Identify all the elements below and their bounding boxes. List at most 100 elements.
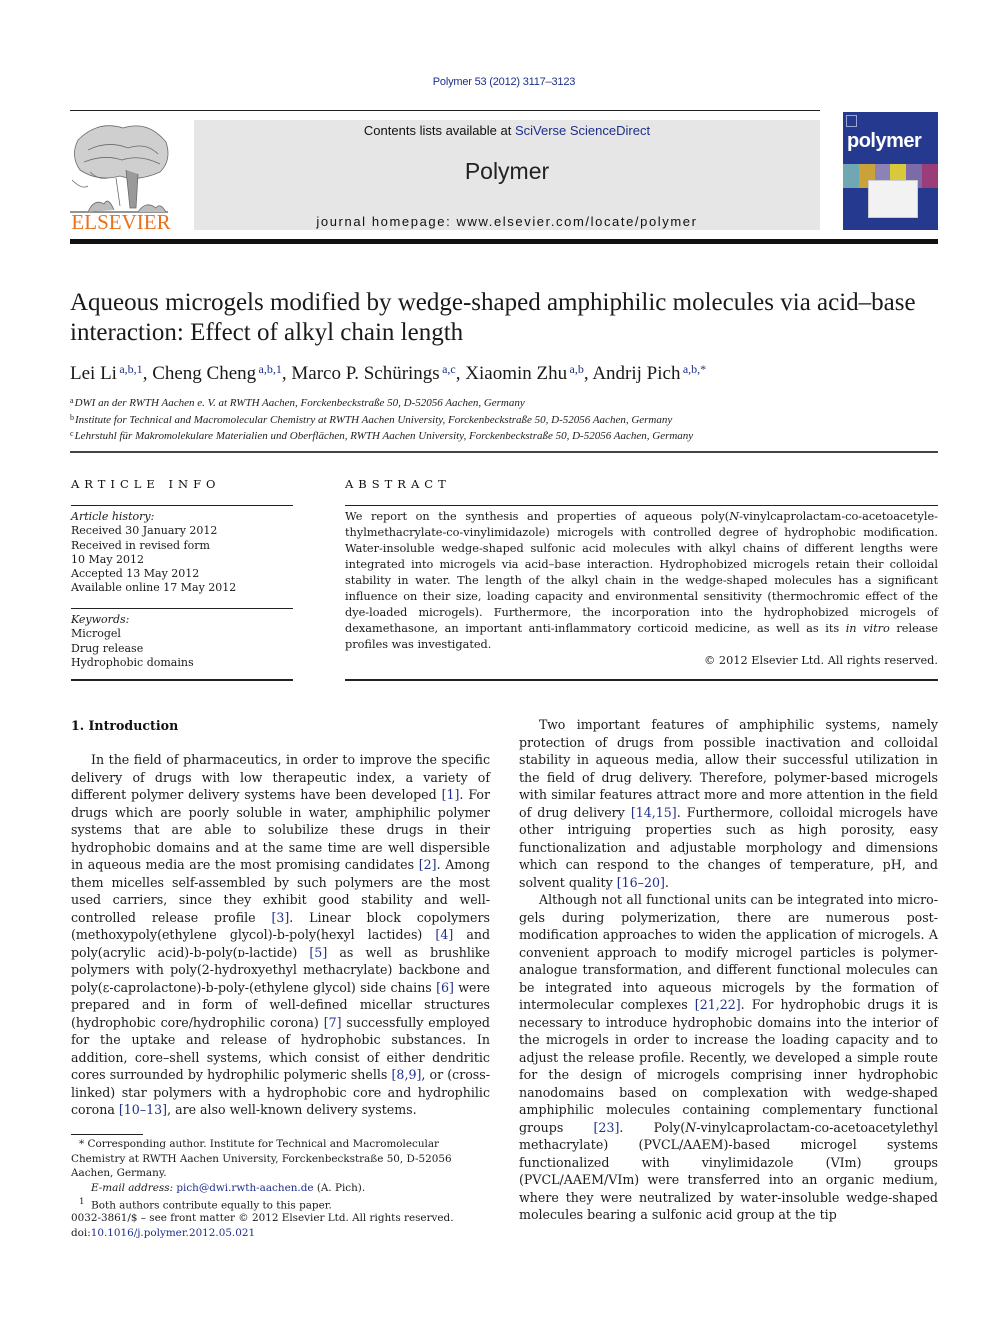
footnote-rule — [71, 1134, 143, 1135]
citation-reference-link[interactable]: [6] — [436, 980, 454, 995]
citation-reference-link[interactable]: [5] — [309, 945, 327, 960]
masthead-bottom-rule — [70, 239, 938, 244]
citation-reference-link[interactable]: [7] — [324, 1015, 342, 1030]
affiliation-key: b — [70, 412, 74, 422]
email-suffix: (A. Pich). — [313, 1181, 366, 1194]
history-entry: 10 May 2012 — [71, 552, 145, 566]
author-affiliation-marker[interactable]: a,b,1 — [117, 362, 142, 376]
keywords-label: Keywords: — [71, 613, 130, 626]
email-link[interactable]: pich@dwi.rwth-aachen.de — [176, 1182, 313, 1194]
footnote-text: Corresponding author. Institute for Tech… — [71, 1138, 452, 1179]
sciencedirect-link[interactable]: SciVerse ScienceDirect — [515, 123, 650, 138]
cover-figure-icon — [868, 180, 918, 218]
author-name[interactable]: Andrij Pich — [592, 363, 680, 384]
citation-reference-link[interactable]: [3] — [271, 910, 289, 925]
citation-reference-link[interactable]: [21,22] — [695, 997, 741, 1012]
footnotes: * Corresponding author. Institute for Te… — [71, 1137, 490, 1213]
author-name[interactable]: Lei Li — [70, 363, 117, 384]
keyword: Hydrophobic domains — [71, 655, 194, 669]
author-separator: , — [455, 363, 466, 384]
article-info-rule — [71, 505, 293, 506]
body-text: In the field of pharmaceutics, in order … — [71, 752, 490, 802]
citation-reference-link[interactable]: [8,9] — [392, 1067, 422, 1082]
front-matter: 0032-3861/$ – see front matter © 2012 El… — [71, 1211, 490, 1240]
citation-reference-link[interactable]: [16–20] — [617, 875, 665, 890]
section-heading-introduction: 1. Introduction — [71, 718, 179, 733]
keywords-rule — [71, 608, 293, 609]
article-history: Article history: Received 30 January 201… — [71, 510, 296, 596]
citation-reference-link[interactable]: [23] — [594, 1120, 620, 1135]
affiliation-key: a — [70, 396, 74, 405]
body-paragraph: In the field of pharmaceutics, in order … — [71, 751, 490, 1119]
author-name[interactable]: Cheng Cheng — [152, 363, 256, 384]
body-text: , are also well-known delivery systems. — [167, 1102, 417, 1117]
author-separator: , — [281, 363, 292, 384]
journal-homepage-link[interactable]: journal homepage: www.elsevier.com/locat… — [194, 214, 820, 229]
affiliation-text: DWI an der RWTH Aachen e. V. at RWTH Aac… — [74, 397, 525, 409]
elsevier-mini-logo-icon — [846, 115, 857, 127]
journal-title: Polymer — [464, 158, 550, 184]
affiliation-list: aDWI an der RWTH Aachen e. V. at RWTH Aa… — [70, 394, 950, 444]
elsevier-wordmark: ELSEVIER — [71, 210, 171, 234]
doi-line: doi:10.1016/j.polymer.2012.05.021 — [71, 1226, 490, 1241]
article-info-heading: ARTICLE INFO — [71, 477, 221, 491]
keyword: Drug release — [71, 641, 144, 655]
affiliation-text: Lehrstuhl für Makromolekulare Materialie… — [74, 430, 694, 443]
author-name[interactable]: Marco P. Schürings — [291, 363, 439, 384]
body-paragraph: Although not all functional units can be… — [519, 891, 938, 1224]
corresponding-author-footnote: * Corresponding author. Institute for Te… — [71, 1137, 490, 1181]
abstract-italic: N — [729, 510, 740, 523]
author-name[interactable]: Xiaomin Zhu — [465, 363, 567, 384]
keyword: Microgel — [71, 627, 121, 641]
history-entry: Received in revised form — [71, 538, 210, 552]
citation-reference-link[interactable]: [10–13] — [119, 1102, 167, 1117]
email-footnote: E-mail address: pich@dwi.rwth-aachen.de … — [71, 1181, 490, 1196]
journal-citation-link[interactable]: Polymer 53 (2012) 3117–3123 — [0, 76, 992, 88]
history-entry: Accepted 13 May 2012 — [71, 567, 200, 581]
history-entry: Received 30 January 2012 — [71, 524, 218, 538]
history-entry: Available online 17 May 2012 — [71, 581, 237, 595]
abstract-text: We report on the synthesis and propertie… — [345, 509, 938, 669]
citation-reference-link[interactable]: [14,15] — [631, 805, 677, 820]
doi-label: doi: — [71, 1226, 91, 1239]
body-text: . Poly( — [619, 1119, 686, 1135]
masthead-top-rule — [70, 110, 820, 111]
journal-cover-thumbnail[interactable]: polymer — [843, 112, 938, 230]
article-info-bottom-rule — [71, 679, 293, 681]
author-affiliation-marker[interactable]: a,b — [567, 362, 584, 376]
italic-text: N — [685, 1119, 697, 1135]
affiliation-key: c — [70, 429, 74, 439]
body-text: . For hydrophobic drugs it is necessary … — [519, 997, 938, 1135]
affiliation: cLehrstuhl für Makromolekulare Materiali… — [70, 427, 950, 444]
keywords: Keywords: Microgel Drug release Hydropho… — [71, 613, 296, 670]
citation-reference-link[interactable]: [1] — [442, 787, 460, 802]
email-label: E-mail address: — [91, 1181, 177, 1194]
header-divider — [70, 451, 938, 453]
abstract-bottom-rule — [345, 679, 938, 681]
affiliation: aDWI an der RWTH Aachen e. V. at RWTH Aa… — [70, 394, 950, 411]
author-affiliation-marker[interactable]: a,b,* — [680, 362, 706, 376]
masthead-banner: Contents lists available at SciVerse Sci… — [194, 120, 820, 230]
issn-line: 0032-3861/$ – see front matter © 2012 El… — [71, 1212, 454, 1224]
citation-reference-link[interactable]: [2] — [419, 857, 437, 872]
contents-prefix: Contents lists available at — [363, 123, 515, 138]
footnote-marker: * — [79, 1138, 85, 1150]
copyright-notice: © 2012 Elsevier Ltd. All rights reserved… — [704, 654, 938, 667]
affiliation-text: Institute for Technical and Macromolecul… — [75, 413, 673, 426]
abstract-segment: We report on the synthesis and propertie… — [345, 510, 730, 523]
author-list: Lei Li a,b,1, Cheng Cheng a,b,1, Marco P… — [70, 362, 950, 385]
body-column-right: Two important features of amphiphilic sy… — [519, 716, 938, 1224]
body-column-left: In the field of pharmaceutics, in order … — [71, 751, 490, 1119]
body-text: . — [664, 874, 669, 890]
abstract-heading: ABSTRACT — [345, 477, 451, 491]
doi-link[interactable]: 10.1016/j.polymer.2012.05.021 — [91, 1227, 255, 1239]
author-affiliation-marker[interactable]: a,c — [440, 362, 456, 376]
author-affiliation-marker[interactable]: a,b,1 — [256, 362, 282, 376]
article-title: Aqueous microgels modified by wedge-shap… — [70, 289, 916, 346]
abstract-italic: in vitro — [845, 622, 890, 635]
author-separator: , — [142, 363, 153, 384]
contents-available-line: Contents lists available at SciVerse Sci… — [194, 123, 820, 138]
body-text: Although not all functional units can be… — [519, 892, 938, 1012]
abstract-segment: -vinylcaprolactam-co-acetoacetyle­thylme… — [345, 510, 938, 635]
citation-reference-link[interactable]: [4] — [435, 927, 453, 942]
